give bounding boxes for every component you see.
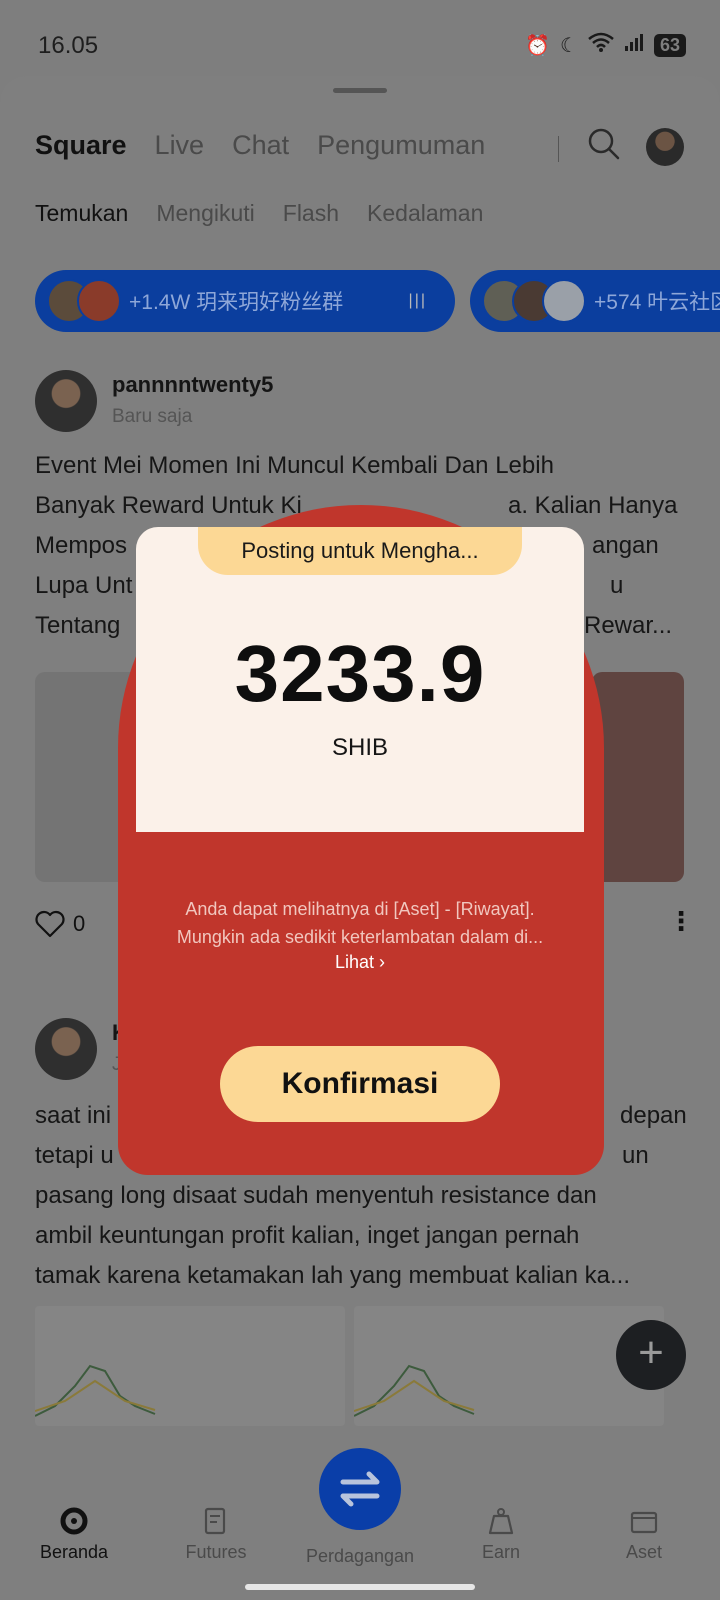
trade-button[interactable] [319,1448,401,1530]
reward-amount: 3233.9 [234,629,486,718]
status-time: 16.05 [38,32,99,59]
group-pill[interactable]: +1.4W 玥来玥好粉丝群 ||| [35,270,455,332]
bottom-nav: Beranda Futures Perdagangan Earn Aset [0,1448,720,1600]
subtab-kedalaman[interactable]: Kedalaman [367,200,483,227]
post-text-fragment: angan [592,532,659,559]
group-avatar [542,279,586,323]
nav-earn[interactable]: Earn [441,1506,561,1563]
nav-label: Earn [481,1542,521,1562]
nav-aset[interactable]: Aset [584,1506,704,1563]
post-image[interactable] [592,672,684,882]
more-options-icon[interactable]: ⋮ [668,906,694,937]
wifi-icon [588,32,614,58]
post-text-fragment: u [610,572,624,599]
tab-divider [558,136,559,162]
post-text-fragment: un [622,1142,649,1169]
battery-indicator: 63 [653,33,686,57]
reward-info-line: Anda dapat melihatnya di [Aset] - [Riway… [185,899,535,919]
reward-info: Anda dapat melihatnya di [Aset] - [Riway… [148,895,572,951]
search-icon[interactable] [586,126,622,162]
heart-icon [35,910,65,938]
post-text-line: pasang long disaat sudah menyentuh resis… [35,1182,597,1209]
nav-label: Perdagangan [305,1546,415,1566]
sub-tabs: Temukan Mengikuti Flash Kedalaman [35,200,483,227]
view-link[interactable]: Lihat › [136,952,584,973]
post-text-line: tamak karena ketamakan lah yang membuat … [35,1262,630,1289]
moon-icon: ☾ [560,34,578,57]
nav-beranda[interactable]: Beranda [14,1506,134,1563]
subtab-temukan[interactable]: Temukan [35,200,128,227]
subtab-flash[interactable]: Flash [283,200,339,227]
candlestick-chart-thumbnail [35,1364,156,1417]
home-icon [60,1507,88,1535]
chevron-right-icon: › [379,952,386,972]
earn-icon [488,1508,514,1535]
post-text-fragment: Rewar... [584,612,673,639]
nav-label: Futures [185,1542,247,1562]
futures-icon [204,1507,226,1535]
like-button[interactable]: 0 [35,910,85,938]
tab-live[interactable]: Live [155,130,205,161]
tab-chat[interactable]: Chat [232,130,289,161]
nav-label: Aset [625,1542,663,1562]
post-time: Baru saja [112,406,193,427]
subtab-mengikuti[interactable]: Mengikuti [156,200,254,227]
confirm-button[interactable]: Konfirmasi [220,1046,500,1122]
group-pill[interactable]: +574 叶云社区– [470,270,720,332]
alarm-icon: ⏰ [525,34,551,57]
tab-pengumuman[interactable]: Pengumuman [317,130,485,161]
post-text-line: Event Mei Momen Ini Muncul Kembali Dan L… [35,452,554,479]
signal-icon [624,32,644,58]
tab-square[interactable]: Square [35,130,127,161]
status-icons: ⏰ ☾ 63 [525,32,686,58]
reward-unit: SHIB [331,734,388,761]
reward-ribbon: Posting untuk Mengha... [198,527,522,575]
reward-info-line: Mungkin ada sedikit keterlambatan dalam … [176,927,544,947]
view-link-label: Lihat [334,952,375,972]
create-post-button[interactable]: + [616,1320,686,1390]
post-author-name[interactable]: pannnntwenty5 [112,372,273,398]
post-text-fragment: depan [620,1102,687,1129]
post-image[interactable] [35,1306,345,1426]
nav-futures[interactable]: Futures [156,1506,276,1563]
post-text-line: ambil keuntungan profit kalian, inget ja… [35,1222,580,1249]
like-count: 0 [73,911,86,936]
status-bar: 16.05 ⏰ ☾ 63 [0,0,720,80]
main-tabs: Square Live Chat Pengumuman [35,130,485,161]
group-avatar [77,279,121,323]
nav-label: Beranda [39,1542,109,1562]
group-label: +1.4W 玥来玥好粉丝群 [129,291,344,314]
card-curve [136,760,584,832]
post-author-avatar[interactable] [35,370,97,432]
sheet-grabber[interactable] [333,88,387,93]
group-label: +574 叶云社区– [594,291,720,314]
home-indicator [245,1584,475,1590]
profile-avatar[interactable] [646,128,684,166]
post-author-avatar[interactable] [35,1018,97,1080]
nav-perdagangan[interactable]: Perdagangan [300,1546,420,1567]
wallet-icon [630,1511,658,1534]
swap-icon [340,1471,380,1507]
audio-bars-icon: ||| [408,292,427,309]
